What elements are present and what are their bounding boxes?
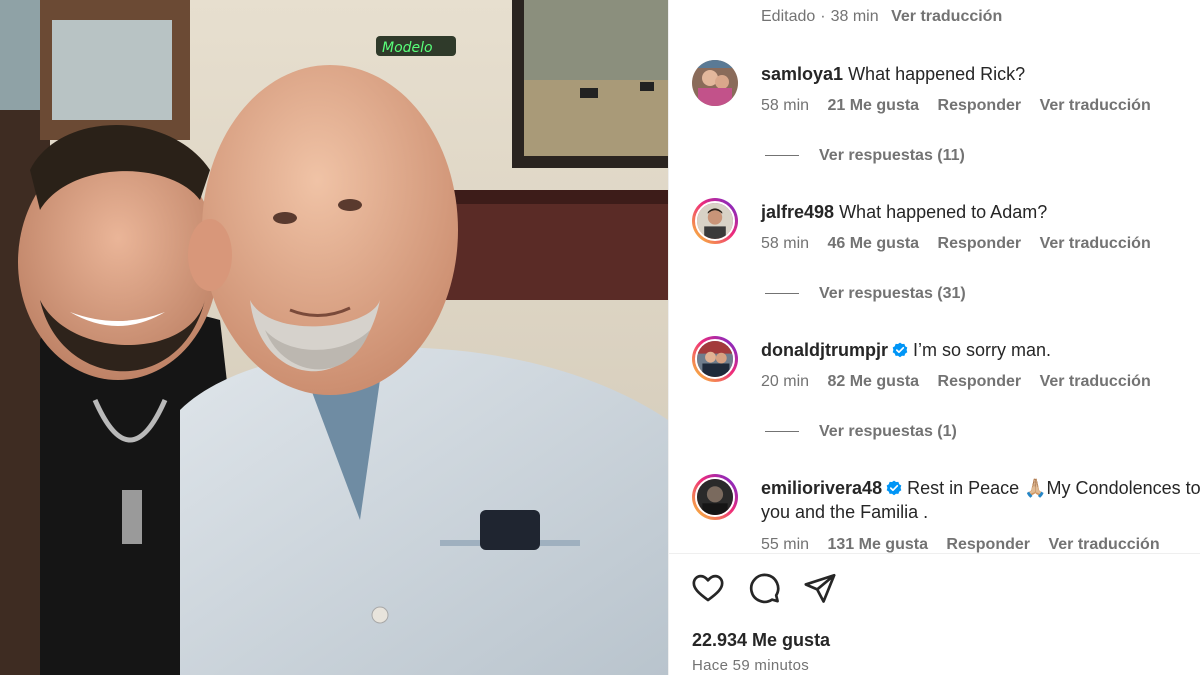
comments-list[interactable]: Editado · 38 min Ver traducción samloya1 Wh… bbox=[669, 0, 1200, 553]
comment-meta: 55 min 131 Me gusta Responder Ver traduc… bbox=[761, 536, 1174, 553]
comment-likes[interactable]: 46 Me gusta bbox=[827, 235, 919, 252]
comment-time: 55 min bbox=[761, 536, 810, 553]
avatar-image bbox=[697, 203, 733, 239]
comment-time: 20 min bbox=[761, 373, 810, 390]
avatar-frame bbox=[695, 201, 735, 241]
comment-body: What happened Rick? bbox=[848, 64, 1026, 84]
username[interactable]: emiliorivera48 bbox=[761, 478, 882, 498]
comment-likes[interactable]: 21 Me gusta bbox=[827, 97, 919, 114]
avatar[interactable] bbox=[692, 198, 738, 244]
replies-label: Ver respuestas (11) bbox=[819, 147, 965, 164]
replies-label: Ver respuestas (31) bbox=[819, 285, 966, 302]
comment-text: donaldjtrumpjr I’m so sorry man. bbox=[761, 338, 1200, 362]
translate-link[interactable]: Ver traducción bbox=[1048, 536, 1159, 553]
translate-link[interactable]: Ver traducción bbox=[1040, 373, 1151, 390]
divider bbox=[669, 553, 1200, 554]
translate-link[interactable]: Ver traducción bbox=[1040, 97, 1151, 114]
reply-button[interactable]: Responder bbox=[938, 235, 1022, 252]
verified-badge-icon bbox=[892, 342, 908, 358]
comment-icon[interactable] bbox=[747, 571, 781, 605]
verified-badge-icon bbox=[886, 480, 902, 496]
comment-meta: 20 min 82 Me gusta Responder Ver traducc… bbox=[761, 373, 1165, 391]
replies-line bbox=[765, 155, 799, 157]
replies-line bbox=[765, 431, 799, 433]
username[interactable]: jalfre498 bbox=[761, 202, 834, 222]
post-likes-count[interactable]: 22.934 Me gusta bbox=[692, 630, 830, 651]
avatar-frame bbox=[695, 477, 735, 517]
reply-button[interactable]: Responder bbox=[938, 373, 1022, 390]
svg-text:Modelo: Modelo bbox=[382, 40, 433, 56]
comment-meta: 58 min 46 Me gusta Responder Ver traducc… bbox=[761, 235, 1165, 253]
reply-button[interactable]: Responder bbox=[946, 536, 1030, 553]
comment-time: 58 min bbox=[761, 235, 810, 252]
post-timestamp: Hace 59 minutos bbox=[692, 657, 810, 674]
reply-button[interactable]: Responder bbox=[938, 97, 1022, 114]
edited-label: Editado bbox=[761, 8, 816, 25]
post-photo[interactable]: Modelo bbox=[0, 0, 668, 675]
avatar-frame bbox=[695, 339, 735, 379]
separator-dot: · bbox=[820, 8, 826, 25]
comment-body: I’m so sorry man. bbox=[913, 340, 1052, 360]
comments-panel: Editado · 38 min Ver traducción samloya1 Wh… bbox=[668, 0, 1200, 675]
avatar-image bbox=[697, 479, 733, 515]
username[interactable]: donaldjtrumpjr bbox=[761, 340, 888, 360]
replies-label: Ver respuestas (1) bbox=[819, 423, 957, 440]
comment-time: 58 min bbox=[761, 97, 810, 114]
replies-line bbox=[765, 293, 799, 295]
comment-text: jalfre498 What happened to Adam? bbox=[761, 200, 1200, 224]
avatar[interactable] bbox=[692, 474, 738, 520]
caption-meta: Editado · 38 min Ver traducción bbox=[761, 8, 1002, 26]
translate-link[interactable]: Ver traducción bbox=[1040, 235, 1151, 252]
avatar-image bbox=[697, 341, 733, 377]
caption-time: 38 min bbox=[830, 8, 879, 25]
comment-text: emiliorivera48 Rest in Peace 🙏🏼My Condole… bbox=[761, 476, 1200, 524]
avatar-image bbox=[692, 60, 738, 106]
comment-text: samloya1 What happened Rick? bbox=[761, 62, 1200, 86]
comment-likes[interactable]: 82 Me gusta bbox=[827, 373, 919, 390]
view-replies-button[interactable]: Ver respuestas (31) bbox=[765, 285, 966, 303]
share-icon[interactable] bbox=[803, 571, 837, 605]
caption-translate-link[interactable]: Ver traducción bbox=[891, 8, 1002, 25]
avatar[interactable] bbox=[692, 336, 738, 382]
comment-meta: 58 min 21 Me gusta Responder Ver traducc… bbox=[761, 97, 1165, 115]
comment-likes[interactable]: 131 Me gusta bbox=[827, 536, 927, 553]
post-image: Modelo bbox=[0, 0, 668, 675]
view-replies-button[interactable]: Ver respuestas (11) bbox=[765, 147, 965, 165]
comment-body: What happened to Adam? bbox=[839, 202, 1048, 222]
username[interactable]: samloya1 bbox=[761, 64, 843, 84]
view-replies-button[interactable]: Ver respuestas (1) bbox=[765, 423, 957, 441]
heart-icon[interactable] bbox=[691, 571, 725, 605]
avatar[interactable] bbox=[692, 60, 738, 106]
